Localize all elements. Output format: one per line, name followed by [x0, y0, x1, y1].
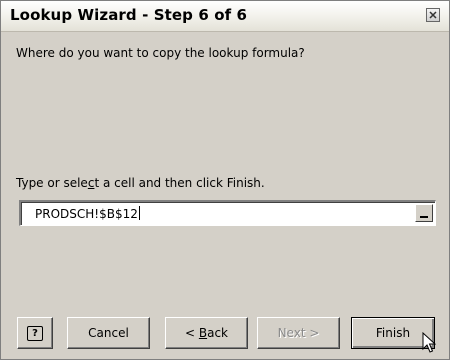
help-icon: ? [27, 325, 43, 341]
instruction-label: Type or select a cell and then click Fin… [16, 176, 265, 190]
title-bar[interactable]: Lookup Wizard - Step 6 of 6 [1, 1, 449, 32]
back-button-label: < Back [185, 326, 228, 340]
cell-reference-text: PRODSCH!$B$12 [35, 207, 138, 221]
lookup-wizard-dialog: Lookup Wizard - Step 6 of 6 Where do you… [0, 0, 450, 360]
cancel-button[interactable]: Cancel [67, 317, 150, 349]
question-text: Where do you want to copy the lookup for… [16, 46, 305, 60]
back-rest: ack [207, 326, 228, 340]
next-button-label: Next > [277, 326, 320, 340]
window-title: Lookup Wizard - Step 6 of 6 [10, 6, 248, 24]
cell-reference-value[interactable]: PRODSCH!$B$12 [35, 206, 140, 221]
next-button: Next > [257, 317, 340, 349]
close-icon [429, 11, 437, 19]
back-button[interactable]: < Back [165, 317, 248, 349]
help-button[interactable]: ? [17, 317, 53, 349]
text-caret [138, 206, 140, 220]
mouse-pointer-icon [422, 331, 437, 357]
finish-button-label: Finish [375, 326, 411, 340]
collapse-icon [420, 216, 428, 218]
close-button[interactable] [426, 8, 440, 22]
back-prefix: < [184, 326, 199, 340]
collapse-dialog-button[interactable] [415, 204, 433, 222]
instruction-text-start: Type or sele [16, 176, 88, 190]
cell-reference-input[interactable]: PRODSCH!$B$12 [19, 200, 436, 226]
back-mnemonic: B [198, 326, 208, 340]
instruction-text-end: t a cell and then click Finish. [94, 176, 265, 190]
cancel-button-label: Cancel [88, 326, 129, 340]
